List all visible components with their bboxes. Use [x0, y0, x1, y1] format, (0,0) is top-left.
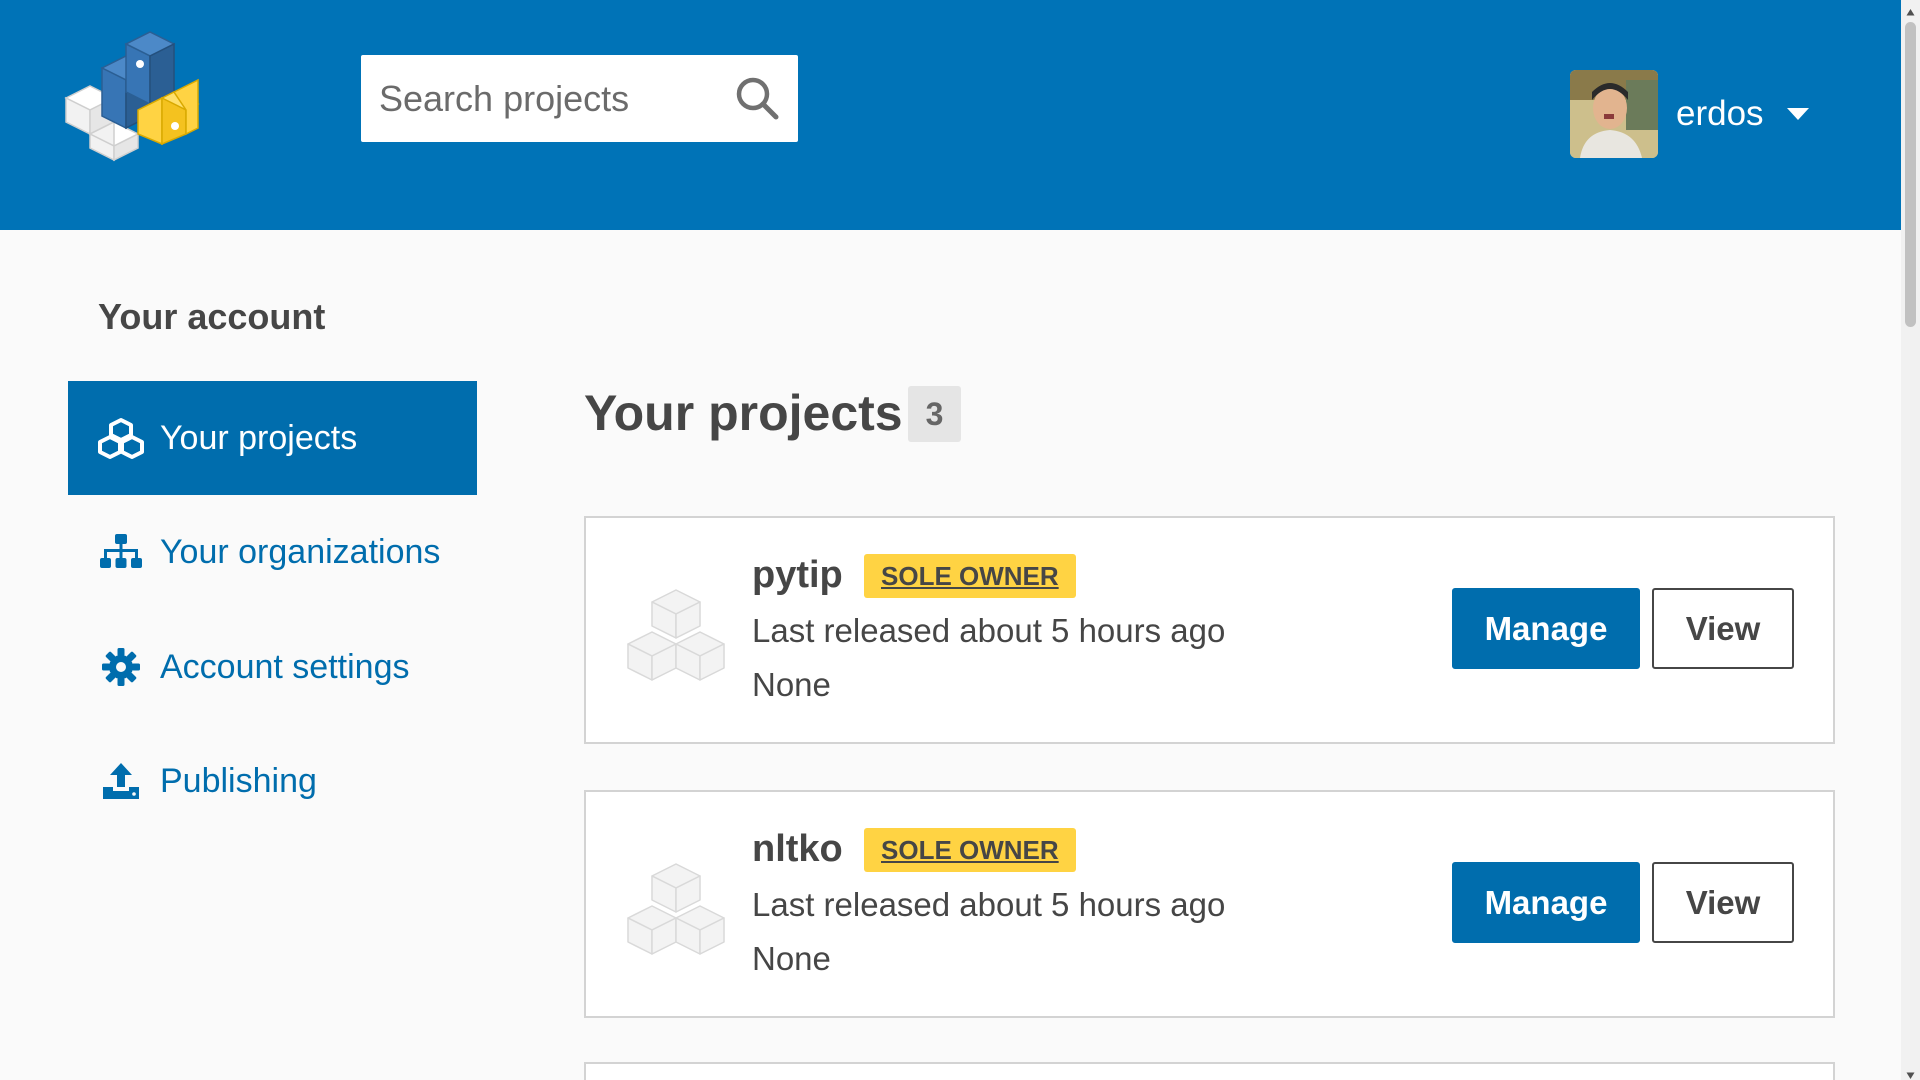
- page-scrollbar[interactable]: [1901, 0, 1920, 1080]
- view-button[interactable]: View: [1652, 862, 1794, 943]
- scroll-up-arrow-icon[interactable]: [1906, 4, 1915, 16]
- sole-owner-badge[interactable]: SOLE OWNER: [864, 554, 1076, 598]
- scrollbar-thumb[interactable]: [1905, 22, 1916, 327]
- sidebar-item-publishing[interactable]: Publishing: [68, 724, 477, 838]
- search-box: [361, 55, 798, 142]
- username[interactable]: erdos: [1676, 94, 1764, 134]
- project-card: pytip SOLE OWNER Last released about 5 h…: [584, 516, 1835, 744]
- user-avatar[interactable]: [1570, 70, 1658, 158]
- package-cubes-icon: [626, 862, 726, 958]
- project-summary: None: [752, 666, 831, 703]
- sidebar-item-your-organizations[interactable]: Your organizations: [68, 495, 477, 609]
- gear-icon: [98, 644, 144, 690]
- manage-button[interactable]: Manage: [1452, 588, 1640, 669]
- last-released-text: Last released about 5 hours ago: [752, 886, 1226, 923]
- sitemap-icon: [98, 529, 144, 575]
- project-summary: None: [752, 940, 831, 977]
- package-cubes-icon: [626, 588, 726, 684]
- project-card: [584, 1062, 1835, 1080]
- sidebar-item-label: Account settings: [160, 647, 410, 686]
- sidebar-item-your-projects[interactable]: Your projects: [68, 381, 477, 495]
- project-name[interactable]: pytip: [752, 554, 843, 597]
- view-button[interactable]: View: [1652, 588, 1794, 669]
- site-header: erdos: [0, 0, 1901, 230]
- sidebar-item-label: Your projects: [160, 418, 358, 457]
- pypi-logo-icon[interactable]: [62, 28, 210, 162]
- scroll-down-arrow-icon[interactable]: [1906, 1067, 1915, 1079]
- sole-owner-badge[interactable]: SOLE OWNER: [864, 828, 1076, 872]
- sidebar-item-label: Publishing: [160, 761, 317, 800]
- sidebar-item-label: Your organizations: [160, 532, 441, 571]
- user-menu[interactable]: erdos: [1570, 70, 1810, 158]
- caret-down-icon[interactable]: [1786, 106, 1810, 122]
- search-input[interactable]: [361, 55, 731, 142]
- project-count-badge: 3: [908, 386, 961, 442]
- page-title: Your projects: [584, 385, 903, 441]
- last-released-text: Last released about 5 hours ago: [752, 612, 1226, 649]
- cubes-icon: [98, 415, 144, 461]
- search-icon[interactable]: [732, 73, 782, 123]
- sidebar-title: Your account: [98, 296, 326, 337]
- project-card: nltko SOLE OWNER Last released about 5 h…: [584, 790, 1835, 1018]
- project-name[interactable]: nltko: [752, 828, 843, 871]
- sidebar-item-account-settings[interactable]: Account settings: [68, 610, 477, 724]
- upload-icon: [98, 758, 144, 804]
- manage-button[interactable]: Manage: [1452, 862, 1640, 943]
